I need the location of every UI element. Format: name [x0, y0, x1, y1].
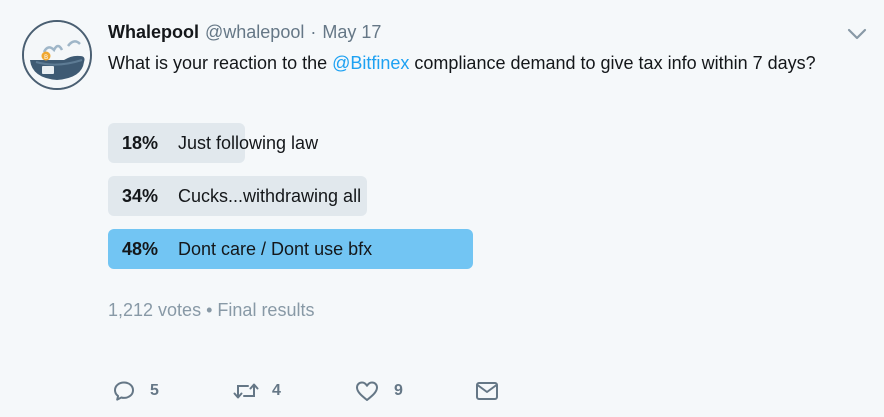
reply-button[interactable]: 5	[112, 376, 159, 406]
heart-icon	[356, 381, 378, 401]
whale-logo-icon: B	[24, 22, 90, 88]
poll-status: Final results	[217, 300, 315, 320]
poll-option-label: Cucks...withdrawing all	[178, 186, 362, 206]
avatar[interactable]: B	[22, 20, 92, 90]
poll-option: 18% Just following law	[108, 123, 608, 163]
like-count: 9	[394, 382, 403, 399]
tweet-card[interactable]: B Whalepool @whalepool · May 17 What is …	[0, 0, 884, 417]
tweet-date[interactable]: May 17	[322, 22, 381, 43]
tweet-text-before: What is your reaction to the	[108, 53, 333, 73]
envelope-icon	[476, 382, 498, 400]
poll-option-label: Just following law	[178, 133, 319, 153]
chevron-down-icon	[847, 28, 867, 40]
poll: 18% Just following law 34% Cucks...withdra…	[108, 123, 608, 282]
retweet-icon	[233, 383, 259, 399]
meta-separator: •	[206, 300, 213, 320]
vote-count: 1,212 votes	[108, 300, 202, 320]
poll-percent: 18%	[122, 133, 159, 153]
tweet-header: Whalepool @whalepool · May 17	[108, 22, 381, 44]
tweet-text-after: compliance demand to give tax info withi…	[409, 53, 816, 73]
mention-link[interactable]: @Bitfinex	[332, 53, 409, 73]
poll-percent: 34%	[122, 186, 159, 206]
more-options-button[interactable]	[846, 26, 868, 42]
separator: ·	[310, 22, 317, 42]
direct-message-button[interactable]	[474, 376, 500, 406]
like-button[interactable]: 9	[354, 376, 403, 406]
retweet-button[interactable]: 4	[232, 376, 281, 406]
tweet-text: What is your reaction to the @Bitfinex c…	[108, 50, 868, 77]
poll-meta: 1,212 votes • Final results	[108, 300, 314, 321]
reply-icon	[114, 381, 134, 401]
user-handle[interactable]: @whalepool	[205, 22, 304, 43]
poll-option-label: Dont care / Dont use bfx	[178, 239, 373, 259]
poll-option: 34% Cucks...withdrawing all	[108, 176, 608, 216]
poll-percent: 48%	[122, 239, 159, 259]
poll-option-winner: 48% Dont care / Dont use bfx	[108, 229, 608, 269]
reply-count: 5	[150, 382, 159, 399]
display-name[interactable]: Whalepool	[108, 22, 199, 43]
svg-text:B: B	[44, 54, 48, 61]
retweet-count: 4	[272, 382, 281, 399]
